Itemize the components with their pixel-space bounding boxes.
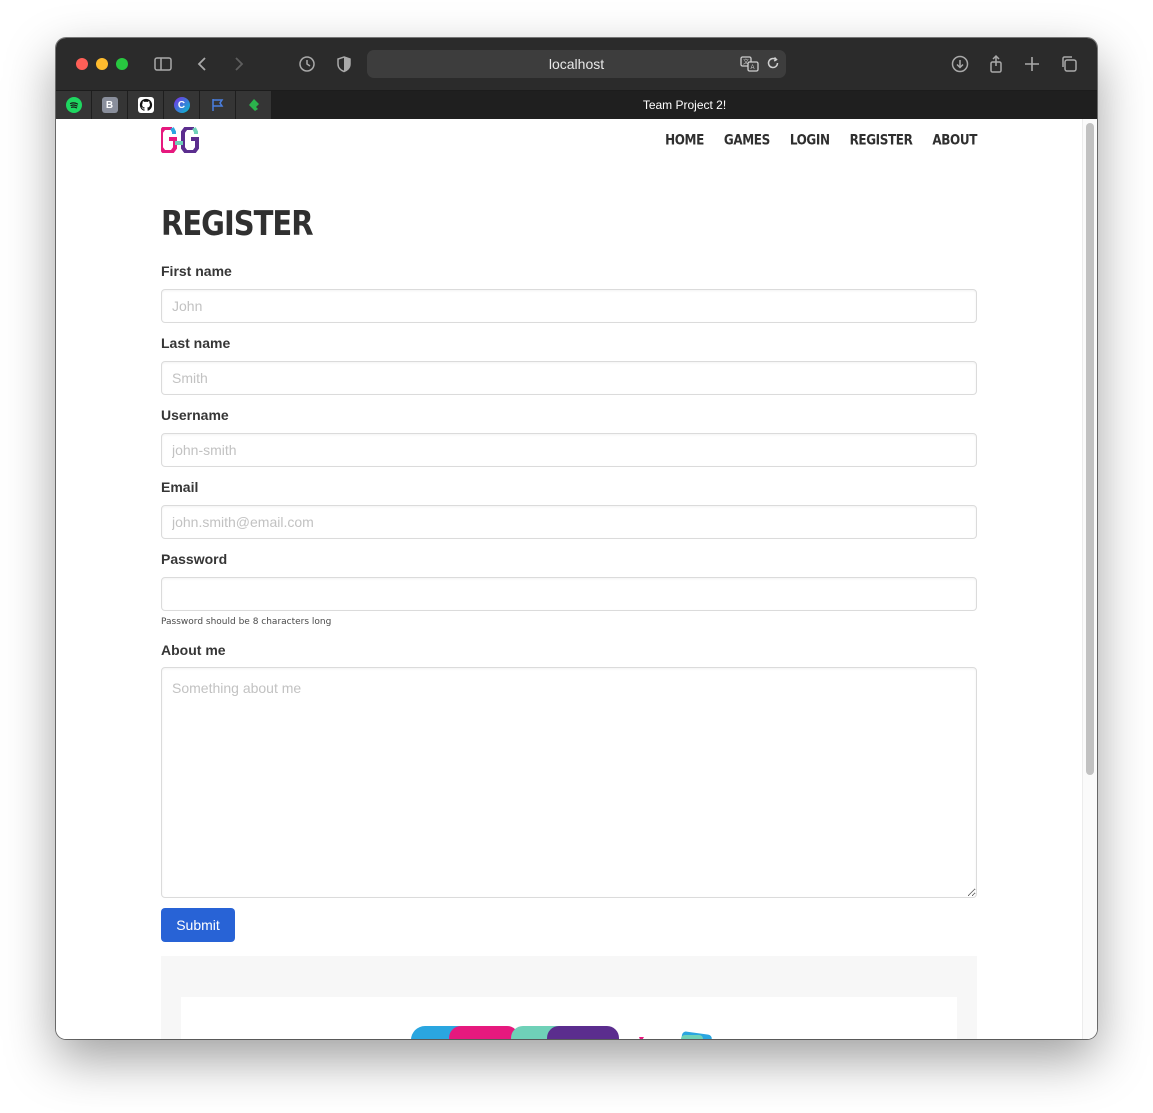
translate-icon[interactable]: 文A [740, 55, 760, 73]
email-label: Email [161, 479, 199, 495]
zoom-window-button[interactable] [116, 58, 128, 70]
back-icon[interactable] [191, 52, 215, 76]
active-tab[interactable]: Team Project 2! [272, 91, 1097, 119]
footer-banner-art [411, 1026, 712, 1039]
nav-login-link[interactable]: LOGIN [790, 132, 830, 148]
nav-register-link[interactable]: REGISTER [850, 132, 913, 148]
browser-toolbar: localhost 文A [56, 38, 1097, 90]
last-name-input[interactable] [161, 361, 977, 395]
page-viewport: HOME GAMES LOGIN REGISTER ABOUT REGISTER… [56, 119, 1097, 1039]
minimize-window-button[interactable] [96, 58, 108, 70]
last-name-label: Last name [161, 335, 231, 351]
bitwarden-icon: B [101, 97, 118, 113]
footer-section [161, 956, 977, 1039]
url-text: localhost [548, 56, 605, 72]
new-tab-icon[interactable] [1020, 52, 1044, 76]
browser-window: localhost 文A B C Team Project 2! HOME GA… [56, 38, 1097, 1039]
svg-text:A: A [751, 65, 755, 71]
first-name-input[interactable] [161, 289, 977, 323]
reload-icon[interactable] [766, 56, 780, 70]
address-bar[interactable]: localhost 文A [367, 50, 786, 78]
page-title: REGISTER [161, 203, 314, 244]
email-input[interactable] [161, 505, 977, 539]
github-icon [137, 97, 154, 113]
pinned-tab-flag[interactable] [200, 91, 236, 119]
downloads-icon[interactable] [948, 52, 972, 76]
share-icon[interactable] [984, 52, 1008, 76]
privacy-shield-icon[interactable] [332, 52, 356, 76]
nav-games-link[interactable]: GAMES [724, 132, 770, 148]
about-me-label: About me [161, 642, 226, 658]
spotify-icon [65, 97, 82, 113]
tab-bar: B C Team Project 2! [56, 90, 1097, 119]
feedly-icon [246, 97, 262, 113]
password-help-text: Password should be 8 characters long [161, 617, 332, 627]
footer-banner [181, 997, 957, 1039]
svg-text:文: 文 [743, 58, 749, 66]
username-input[interactable] [161, 433, 977, 467]
active-tab-title: Team Project 2! [642, 98, 727, 112]
username-label: Username [161, 407, 229, 423]
nav-about-link[interactable]: ABOUT [932, 132, 977, 148]
main-nav: HOME GAMES LOGIN REGISTER ABOUT [665, 132, 977, 148]
site-logo[interactable] [161, 127, 204, 153]
password-label: Password [161, 551, 228, 567]
history-icon[interactable] [295, 52, 319, 76]
pinned-tab-github[interactable] [128, 91, 164, 119]
pinned-tab-feedly[interactable] [236, 91, 272, 119]
canva-icon: C [173, 97, 190, 113]
tab-overview-icon[interactable] [1057, 52, 1081, 76]
scrollbar-thumb[interactable] [1086, 123, 1094, 775]
page-scrollbar[interactable] [1082, 119, 1097, 1039]
sidebar-icon[interactable] [151, 52, 175, 76]
submit-button[interactable]: Submit [161, 908, 235, 942]
nav-home-link[interactable]: HOME [665, 132, 704, 148]
pinned-tab-bitwarden[interactable]: B [92, 91, 128, 119]
close-window-button[interactable] [76, 58, 88, 70]
pinned-tab-spotify[interactable] [56, 91, 92, 119]
password-input[interactable] [161, 577, 977, 611]
pinned-tab-canva[interactable]: C [164, 91, 200, 119]
about-me-textarea[interactable] [161, 667, 977, 898]
first-name-label: First name [161, 263, 232, 279]
flag-icon [210, 97, 226, 113]
forward-icon[interactable] [226, 52, 250, 76]
